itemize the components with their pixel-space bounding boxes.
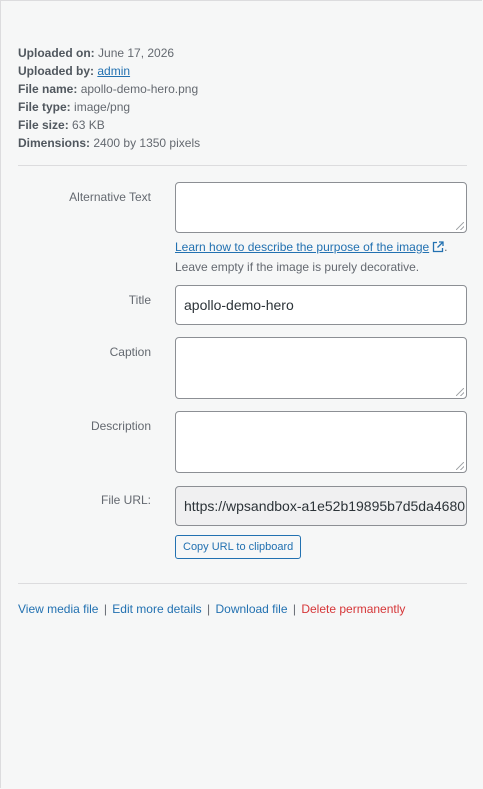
uploaded-by-label: Uploaded by: <box>18 64 95 78</box>
alt-text-help: Learn how to describe the purpose of the… <box>175 238 467 276</box>
resize-handle-icon[interactable] <box>456 388 464 396</box>
alt-text-textarea[interactable] <box>175 182 467 233</box>
title-input[interactable]: apollo-demo-hero <box>175 285 467 325</box>
file-name-row: File name: apollo-demo-hero.png <box>18 80 200 98</box>
uploaded-by-row: Uploaded by: admin <box>18 62 200 80</box>
resize-handle-icon[interactable] <box>456 222 464 230</box>
title-label: Title <box>128 293 151 307</box>
dimensions-row: Dimensions: 2400 by 1350 pixels <box>18 134 200 152</box>
action-separator: | <box>207 602 211 616</box>
uploaded-on-label: Uploaded on: <box>18 46 95 60</box>
uploaded-on-row: Uploaded on: June 17, 2026 <box>18 44 200 62</box>
file-type-label: File type: <box>18 100 71 114</box>
description-label: Description <box>90 419 151 433</box>
external-link-icon[interactable] <box>432 240 444 258</box>
divider <box>18 583 467 584</box>
file-size-row: File size: 63 KB <box>18 116 200 134</box>
alt-text-help-link-label: Learn how to describe the purpose of the… <box>175 240 430 254</box>
delete-permanently-link[interactable]: Delete permanently <box>301 602 405 616</box>
file-name-label: File name: <box>18 82 78 96</box>
download-file-link[interactable]: Download file <box>215 602 287 616</box>
title-value: apollo-demo-hero <box>184 297 294 313</box>
file-size-label: File size: <box>18 118 69 132</box>
resize-handle-icon[interactable] <box>456 462 464 470</box>
file-type-value: image/png <box>74 100 131 114</box>
attachment-actions: View media file | Edit more details | Do… <box>18 601 405 617</box>
file-url-value: https://wpsandbox-a1e52b19895b7d5da4680 <box>184 498 466 514</box>
dimensions-label: Dimensions: <box>18 136 91 150</box>
action-separator: | <box>103 602 107 616</box>
caption-textarea[interactable] <box>175 337 467 399</box>
file-type-row: File type: image/png <box>18 98 200 116</box>
alt-text-help-period: . <box>444 240 448 254</box>
edit-more-details-link[interactable]: Edit more details <box>112 602 201 616</box>
alt-text-help-link[interactable]: Learn how to describe the purpose of the… <box>175 240 429 254</box>
alt-text-help-text: Leave empty if the image is purely decor… <box>175 260 420 274</box>
action-separator: | <box>292 602 296 616</box>
uploaded-by-link[interactable]: admin <box>97 64 130 78</box>
dimensions-value: 2400 by 1350 pixels <box>93 136 201 150</box>
file-size-value: 63 KB <box>72 118 105 132</box>
view-media-file-link[interactable]: View media file <box>18 602 98 616</box>
file-details: Uploaded on: June 17, 2026 Uploaded by: … <box>18 44 200 152</box>
attachment-details-panel: Uploaded on: June 17, 2026 Uploaded by: … <box>0 0 482 788</box>
uploaded-on-value: June 17, 2026 <box>98 46 175 60</box>
description-textarea[interactable] <box>175 411 467 473</box>
copy-url-button[interactable]: Copy URL to clipboard <box>175 535 302 559</box>
file-url-input[interactable]: https://wpsandbox-a1e52b19895b7d5da4680 <box>175 486 467 526</box>
alt-text-label: Alternative Text <box>69 190 151 204</box>
divider <box>18 165 467 166</box>
file-url-label: File URL: <box>100 493 151 507</box>
file-name-value: apollo-demo-hero.png <box>80 82 199 96</box>
caption-label: Caption <box>109 345 151 359</box>
